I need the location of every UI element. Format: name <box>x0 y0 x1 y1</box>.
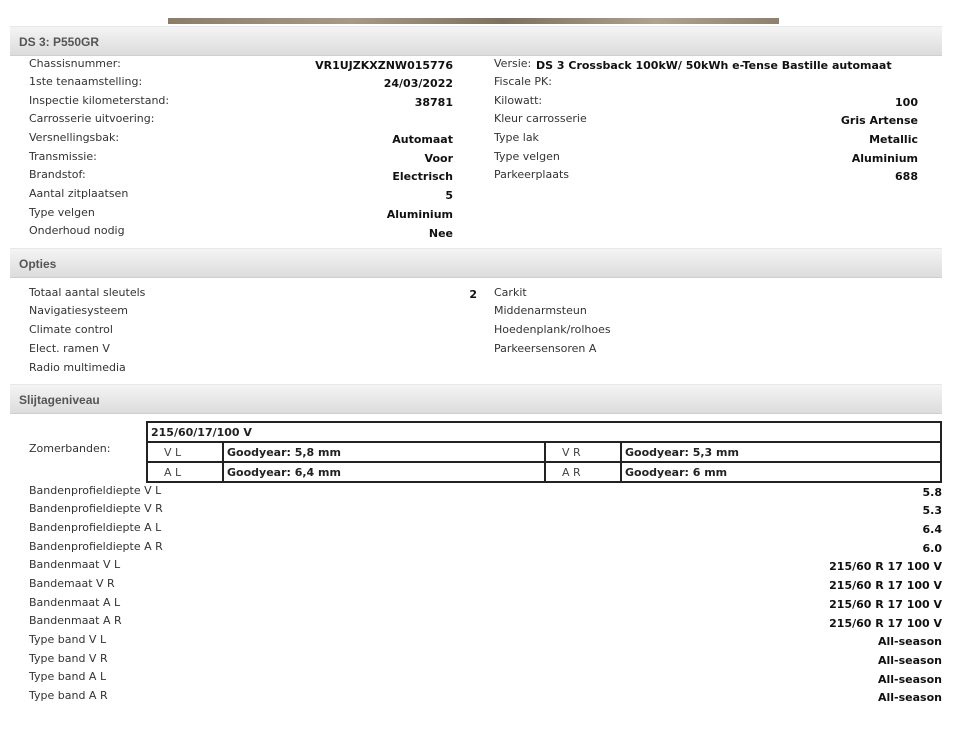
gearbox-value: Automaat <box>392 133 453 146</box>
version-value: DS 3 Crossback 100kW/ 50kWh e-Tense Bast… <box>536 59 892 72</box>
wear-row-value: All-season <box>878 673 942 686</box>
option-item: Radio multimedia <box>29 361 126 374</box>
vehicle-section-header: DS 3: P550GR <box>10 26 942 56</box>
wear-row-label: Bandenprofieldiepte V L <box>29 484 162 497</box>
wear-row-value: 5.3 <box>922 504 943 517</box>
wear-row-value: 215/60 R 17 100 V <box>829 560 942 573</box>
tyre-value-cell: Goodyear: 5,8 mm <box>222 441 546 463</box>
wear-row-value: All-season <box>878 635 942 648</box>
maintenance-label: Onderhoud nodig <box>29 224 125 237</box>
option-keys-label: Totaal aantal sleutels <box>29 286 146 299</box>
option-item: Navigatiesysteem <box>29 304 128 317</box>
body-type-value <box>260 112 453 130</box>
wear-row-value: 6.4 <box>922 523 943 536</box>
wear-row-value: 215/60 R 17 100 V <box>829 598 942 611</box>
wear-row-value: 215/60 R 17 100 V <box>829 617 942 630</box>
option-item: Hoedenplank/rolhoes <box>494 323 611 336</box>
wear-row-label: Bandenmaat V L <box>29 558 121 571</box>
wear-row-label: Type band V R <box>29 652 108 665</box>
parking-spot-label: Parkeerplaats <box>494 168 570 181</box>
gearbox-label: Versnellingsbak: <box>29 131 120 144</box>
kilowatt-label: Kilowatt: <box>494 94 543 107</box>
option-item: Parkeersensoren A <box>494 342 597 355</box>
wear-row-label: Type band V L <box>29 633 107 646</box>
body-type-label: Carrosserie uitvoering: <box>29 112 155 125</box>
mileage-label: Inspectie kilometerstand: <box>29 94 170 107</box>
wear-row-value: 215/60 R 17 100 V <box>829 579 942 592</box>
wear-row-label: Bandenprofieldiepte V R <box>29 502 163 515</box>
chassis-value: VR1UJZKXZNW015776 <box>315 59 453 72</box>
fiscal-hp-label: Fiscale PK: <box>494 75 552 88</box>
wear-row-value: 5.8 <box>922 486 943 499</box>
option-item: Elect. ramen V <box>29 342 110 355</box>
wear-row-value: 6.0 <box>922 542 943 555</box>
wear-row-label: Type band A R <box>29 689 108 702</box>
parking-spot-value: 688 <box>895 170 918 183</box>
rim-type-value: Aluminium <box>386 208 453 221</box>
transmission-value: Voor <box>424 152 453 165</box>
registration-value: 24/03/2022 <box>383 77 453 90</box>
summer-tyres-label: Zomerbanden: <box>29 442 111 455</box>
option-item: Middenarmsteun <box>494 304 587 317</box>
options-section-header: Opties <box>10 248 942 278</box>
fuel-value: Electrisch <box>392 170 453 183</box>
chassis-label: Chassisnummer: <box>29 57 121 70</box>
wear-row-value: All-season <box>878 691 942 704</box>
tyre-position-cell: A L <box>146 461 224 483</box>
registration-label: 1ste tenaamstelling: <box>29 75 143 88</box>
rim-type-label: Type velgen <box>29 206 95 219</box>
tyre-value-cell: Goodyear: 6,4 mm <box>222 461 546 483</box>
tyre-size-cell: 215/60/17/100 V <box>146 421 942 443</box>
rim-type-right-value: Aluminium <box>851 152 918 165</box>
mileage-value: 38781 <box>414 96 453 109</box>
paint-type-label: Type lak <box>494 131 539 144</box>
wear-row-label: Bandemaat V R <box>29 577 115 590</box>
fuel-label: Brandstof: <box>29 168 86 181</box>
wear-row-label: Bandenprofieldiepte A L <box>29 521 162 534</box>
body-color-value: Gris Artense <box>840 114 918 127</box>
tyre-value-cell: Goodyear: 6 mm <box>620 461 942 483</box>
paint-type-value: Metallic <box>869 133 918 146</box>
kilowatt-value: 100 <box>895 96 918 109</box>
tyre-value-cell: Goodyear: 5,3 mm <box>620 441 942 463</box>
wear-row-label: Bandenprofieldiepte A R <box>29 540 163 553</box>
option-item: Climate control <box>29 323 113 336</box>
rim-type-right-label: Type velgen <box>494 150 560 163</box>
wear-row-label: Bandenmaat A L <box>29 596 121 609</box>
wear-section-header: Slijtageniveau <box>10 384 942 414</box>
fiscal-hp-value <box>700 75 918 93</box>
tyre-position-cell: V L <box>146 441 224 463</box>
table-row: 215/60/17/100 V <box>146 421 942 443</box>
seats-value: 5 <box>445 189 453 202</box>
tyre-table: 215/60/17/100 V V L Goodyear: 5,8 mm V R… <box>146 421 942 483</box>
option-item: Carkit <box>494 286 527 299</box>
transmission-label: Transmissie: <box>29 150 97 163</box>
vehicle-photo-strip <box>168 18 779 24</box>
wear-row-label: Bandenmaat A R <box>29 614 122 627</box>
wear-row-label: Type band A L <box>29 670 107 683</box>
tyre-position-cell: V R <box>544 441 622 463</box>
wear-row-value: All-season <box>878 654 942 667</box>
maintenance-value: Nee <box>428 227 453 240</box>
body-color-label: Kleur carrosserie <box>494 112 587 125</box>
tyre-position-cell: A R <box>544 461 622 483</box>
version-label: Versie: <box>494 57 532 70</box>
table-row: A L Goodyear: 6,4 mm A R Goodyear: 6 mm <box>146 461 942 483</box>
table-row: V L Goodyear: 5,8 mm V R Goodyear: 5,3 m… <box>146 441 942 463</box>
option-keys-value: 2 <box>469 288 477 301</box>
seats-label: Aantal zitplaatsen <box>29 187 129 200</box>
